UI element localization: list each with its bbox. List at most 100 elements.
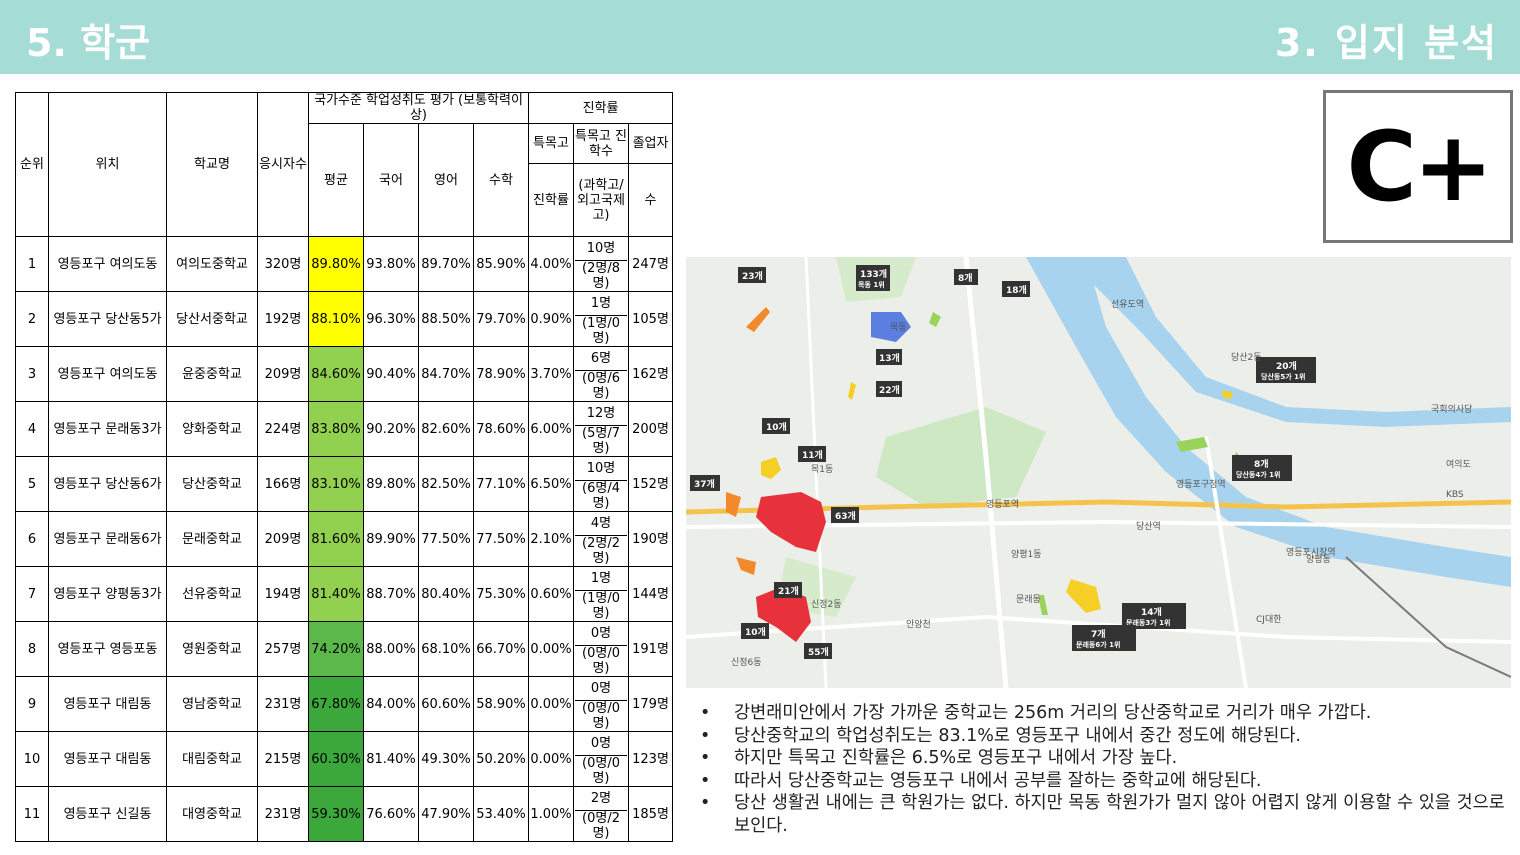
- cell-school: 여의도중학교: [166, 236, 258, 292]
- cell-location: 영등포구 여의도동: [48, 236, 167, 292]
- cell-special-count: 0명 (0명/0명): [573, 676, 629, 732]
- cell-graduates: 247명: [627, 236, 674, 292]
- analysis-bullet: 당산중학교의 학업성취도는 83.1%로 영등포구 내에서 중간 정도에 해당된…: [700, 725, 1510, 748]
- cell-location: 영등포구 당산동5가: [48, 291, 167, 347]
- special-count-detail: (5명/7명): [582, 426, 620, 456]
- cell-school: 영원중학교: [166, 621, 258, 677]
- count-tag: 63개: [835, 510, 856, 522]
- count-tag: 23개: [742, 270, 763, 282]
- cell-applicants: 257명: [257, 621, 309, 677]
- header-average: 평균: [308, 123, 364, 237]
- cell-english: 47.90%: [418, 786, 474, 842]
- special-count-detail: (0명/6명): [582, 371, 620, 401]
- place-label: 여의도: [1446, 458, 1471, 470]
- cell-location: 영등포구 신길동: [48, 786, 167, 842]
- special-count-detail: (0명/0명): [582, 701, 620, 731]
- cell-location: 영등포구 양평동3가: [48, 566, 167, 622]
- cell-school: 대림중학교: [166, 731, 258, 787]
- cell-english: 82.50%: [418, 456, 474, 512]
- cell-school: 양화중학교: [166, 401, 258, 457]
- cell-average: 83.10%: [308, 456, 364, 512]
- count-tag: 7개: [1091, 628, 1106, 640]
- header-special-rate-top: 특목고: [528, 123, 574, 164]
- table-row: 8 영등포구 영등포동 영원중학교 257명 74.20% 88.00% 68.…: [15, 621, 674, 677]
- cell-average: 88.10%: [308, 291, 364, 347]
- cell-special-count: 4명 (2명/2명): [573, 511, 629, 567]
- analysis-bullet: 하지만 특목고 진학률은 6.5%로 영등포구 내에서 가장 높다.: [700, 747, 1510, 770]
- special-count-value: 0명: [575, 732, 627, 756]
- cell-rank: 10: [15, 731, 49, 787]
- header-school: 학교명: [166, 92, 258, 237]
- place-label: 영등포시장역: [1286, 547, 1336, 558]
- cell-math: 66.70%: [473, 621, 529, 677]
- analysis-bullets: 강변래미안에서 가장 가까운 중학교는 256m 거리의 당산중학교로 거리가 …: [700, 702, 1510, 838]
- cell-math: 78.90%: [473, 346, 529, 402]
- map-canvas: 23개 133개 목동 1위 8개 18개 13개 22개 20개 당산동5가 …: [686, 257, 1511, 688]
- cell-average: 67.80%: [308, 676, 364, 732]
- special-count-detail: (1명/0명): [582, 316, 620, 346]
- analysis-bullet: 강변래미안에서 가장 가까운 중학교는 256m 거리의 당산중학교로 거리가 …: [700, 702, 1510, 725]
- header-location: 위치: [48, 92, 167, 237]
- cell-math: 78.60%: [473, 401, 529, 457]
- grade-value: C+: [1346, 110, 1494, 223]
- cell-rank: 1: [15, 236, 49, 292]
- cell-math: 77.10%: [473, 456, 529, 512]
- cell-school: 당산서중학교: [166, 291, 258, 347]
- cell-english: 77.50%: [418, 511, 474, 567]
- header-graduates-bottom: 수: [627, 163, 674, 237]
- special-count-value: 12명: [575, 402, 627, 426]
- cell-korean: 89.90%: [363, 511, 419, 567]
- place-label: 신정2동: [811, 599, 842, 610]
- cell-average: 59.30%: [308, 786, 364, 842]
- cell-english: 60.60%: [418, 676, 474, 732]
- cell-applicants: 231명: [257, 786, 309, 842]
- cell-special-rate: 0.90%: [528, 291, 574, 347]
- place-label: 양평1동: [1011, 549, 1042, 560]
- special-count-value: 1명: [575, 567, 627, 591]
- cell-average: 83.80%: [308, 401, 364, 457]
- header-achievement-group: 국가수준 학업성취도 평가 (보통학력이상): [308, 92, 529, 124]
- cell-rank: 4: [15, 401, 49, 457]
- place-label: 신정6동: [731, 657, 762, 668]
- cell-korean: 90.20%: [363, 401, 419, 457]
- table-row: 6 영등포구 문래동6가 문래중학교 209명 81.60% 89.90% 77…: [15, 511, 674, 567]
- cell-special-rate: 0.00%: [528, 676, 574, 732]
- cell-school: 선유중학교: [166, 566, 258, 622]
- cell-english: 82.60%: [418, 401, 474, 457]
- cell-korean: 88.70%: [363, 566, 419, 622]
- count-tag: 22개: [879, 384, 900, 396]
- place-label: CJ대한: [1256, 614, 1282, 625]
- cell-special-rate: 0.00%: [528, 731, 574, 787]
- place-label: 안양천: [906, 619, 931, 630]
- cell-english: 89.70%: [418, 236, 474, 292]
- cell-applicants: 231명: [257, 676, 309, 732]
- count-tag: 8개: [958, 272, 973, 284]
- cell-korean: 88.00%: [363, 621, 419, 677]
- cell-graduates: 144명: [627, 566, 674, 622]
- cell-location: 영등포구 영등포동: [48, 621, 167, 677]
- cell-applicants: 209명: [257, 346, 309, 402]
- cell-average: 89.80%: [308, 236, 364, 292]
- place-label: 문래동6가 1위: [1076, 640, 1120, 649]
- cell-rank: 2: [15, 291, 49, 347]
- cell-special-count: 1명 (1명/0명): [573, 291, 629, 347]
- cell-korean: 93.80%: [363, 236, 419, 292]
- cell-special-rate: 6.50%: [528, 456, 574, 512]
- cell-location: 영등포구 문래동3가: [48, 401, 167, 457]
- section-category: 3. 입지 분석: [1274, 21, 1498, 65]
- special-count-value: 0명: [575, 677, 627, 701]
- count-tag: 18개: [1006, 284, 1027, 296]
- cell-rank: 8: [15, 621, 49, 677]
- special-count-value: 1명: [575, 292, 627, 316]
- header-graduates-top: 졸업자: [627, 123, 674, 164]
- table-row: 10 영등포구 대림동 대림중학교 215명 60.30% 81.40% 49.…: [15, 731, 674, 787]
- special-count-value: 6명: [575, 347, 627, 371]
- cell-special-rate: 2.10%: [528, 511, 574, 567]
- place-label: 당산동5가 1위: [1261, 372, 1305, 381]
- cell-location: 영등포구 문래동6가: [48, 511, 167, 567]
- place-label: 문래동: [1016, 594, 1041, 605]
- cell-special-rate: 0.00%: [528, 621, 574, 677]
- table-row: 3 영등포구 여의도동 윤중중학교 209명 84.60% 90.40% 84.…: [15, 346, 674, 402]
- section-header: 5. 학군 3. 입지 분석: [0, 0, 1520, 74]
- cell-school: 윤중중학교: [166, 346, 258, 402]
